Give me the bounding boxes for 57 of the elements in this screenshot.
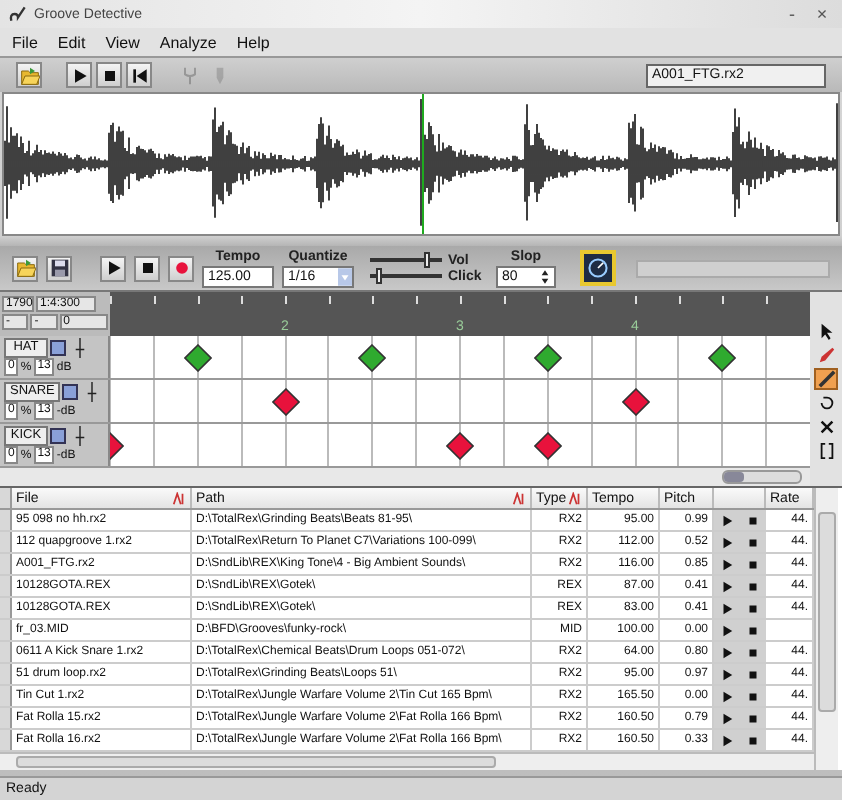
step-marker[interactable] — [533, 343, 562, 371]
slider-thumb[interactable] — [424, 252, 431, 268]
record-icon — [171, 258, 191, 278]
step-marker[interactable] — [446, 431, 474, 459]
dial-icon — [586, 256, 610, 280]
fader-icon[interactable] — [86, 382, 99, 402]
save-button[interactable] — [46, 255, 72, 281]
menu-item[interactable]: Analyze — [159, 33, 217, 51]
stop-icon — [99, 65, 119, 85]
vertical-scrollbar[interactable] — [814, 488, 838, 770]
stop-button[interactable] — [96, 62, 122, 88]
bracket-icon — [817, 442, 835, 460]
play-button[interactable] — [66, 62, 92, 88]
record-button[interactable] — [168, 255, 194, 281]
floppy-icon — [49, 258, 69, 278]
tuner-button[interactable] — [580, 250, 616, 286]
slider-thumb[interactable] — [376, 268, 383, 284]
open-button[interactable] — [12, 255, 38, 281]
step-marker[interactable] — [533, 431, 562, 459]
sort-icon[interactable] — [512, 491, 526, 505]
rotate-icon — [817, 394, 835, 412]
pencil-icon — [817, 346, 835, 364]
rewind-button[interactable] — [126, 62, 152, 88]
horizontal-scrollbar[interactable] — [0, 752, 814, 770]
fader-icon[interactable] — [74, 338, 86, 358]
stop-button[interactable] — [134, 255, 160, 281]
sort-icon[interactable] — [172, 491, 186, 505]
step-marker[interactable] — [621, 387, 649, 415]
play-icon — [103, 258, 123, 278]
step-marker[interactable] — [358, 343, 387, 371]
step-marker[interactable] — [183, 343, 212, 371]
menu-item[interactable]: File — [12, 33, 38, 51]
sort-icon[interactable] — [568, 491, 582, 505]
play-button[interactable] — [100, 255, 126, 281]
menu-item[interactable]: Edit — [57, 33, 86, 51]
close-icon — [817, 418, 835, 436]
line-icon — [817, 370, 835, 388]
folder-icon — [19, 65, 39, 85]
horizontal-scrollbar[interactable] — [722, 470, 802, 484]
menu-item[interactable]: Help — [236, 33, 270, 51]
step-marker[interactable] — [271, 387, 299, 415]
spinner-arrows-icon[interactable] — [540, 267, 550, 285]
step-marker[interactable] — [708, 343, 737, 371]
play-icon — [69, 65, 89, 85]
close-button[interactable]: × — [810, 2, 834, 26]
line-tool[interactable] — [814, 368, 838, 390]
menu-item[interactable]: View — [105, 33, 140, 51]
minimize-button[interactable]: - — [780, 2, 804, 26]
skip-back-icon — [129, 65, 149, 85]
fader-icon[interactable] — [74, 426, 86, 446]
open-button[interactable] — [16, 62, 42, 88]
pointer-icon — [817, 322, 835, 340]
folder-icon — [15, 258, 35, 278]
app-icon — [8, 4, 28, 24]
stop-icon — [137, 258, 157, 278]
fork-icon — [179, 65, 199, 85]
pencil-tool[interactable] — [814, 344, 838, 366]
